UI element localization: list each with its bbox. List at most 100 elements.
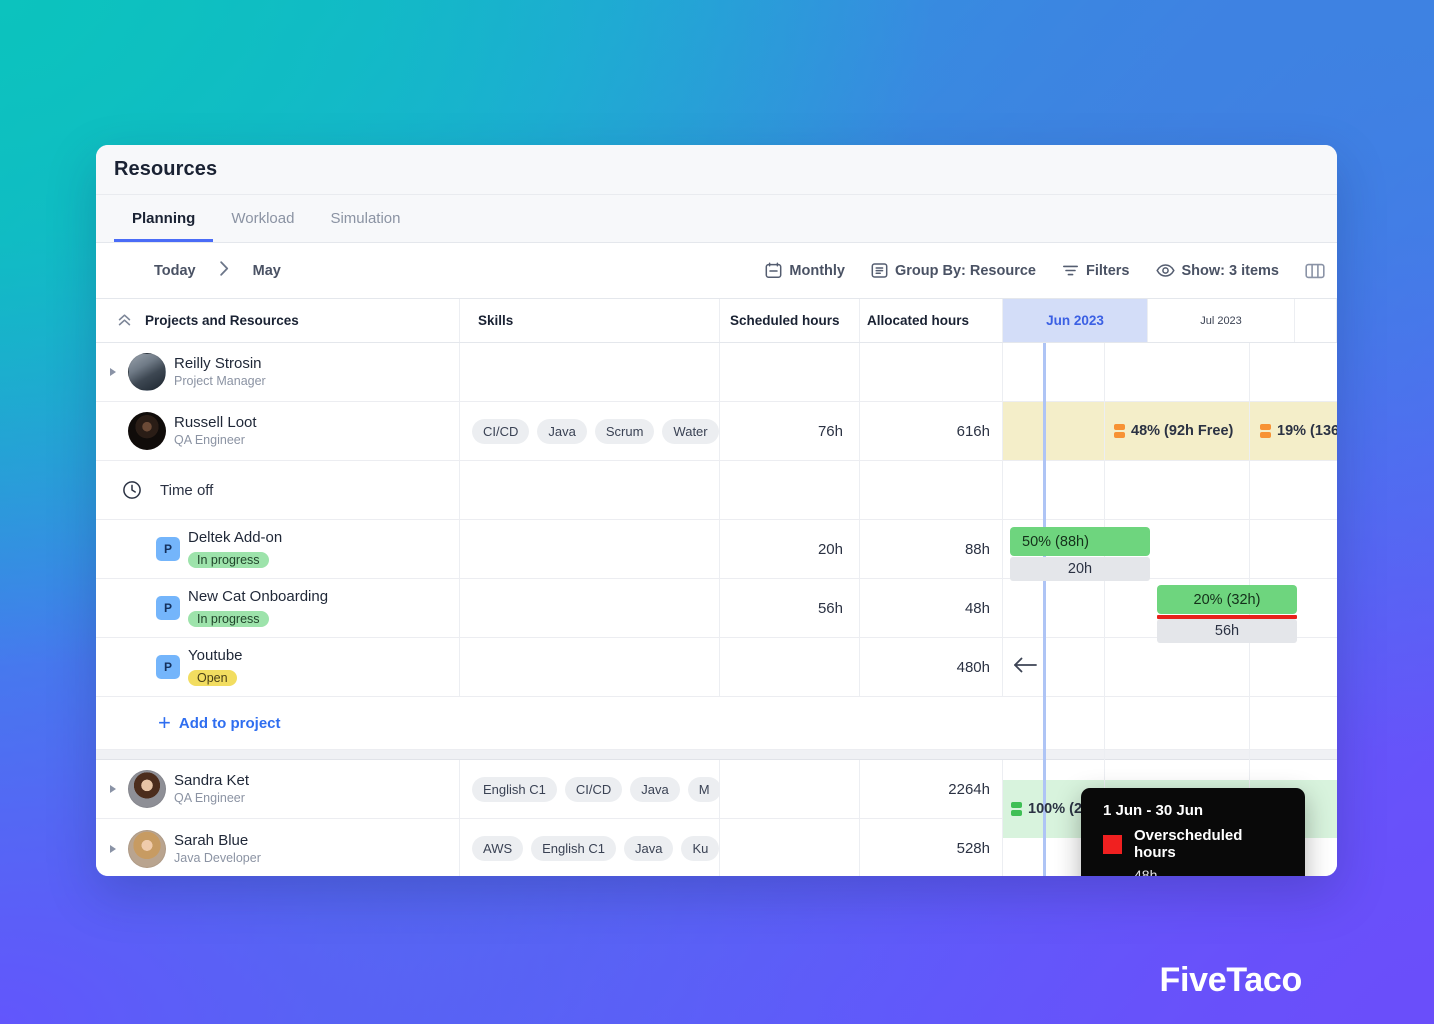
resource-role: Java Developer bbox=[174, 850, 261, 865]
today-button[interactable]: Today bbox=[154, 263, 196, 279]
skill-chip[interactable]: Ku bbox=[681, 836, 719, 861]
skill-chip[interactable]: CI/CD bbox=[472, 418, 530, 444]
skill-chip[interactable]: Scrum bbox=[594, 418, 655, 444]
project-name: New Cat Onboarding bbox=[188, 588, 329, 606]
overscheduled-tooltip: 1 Jun - 30 Jun Overscheduled hours 48h bbox=[1081, 788, 1305, 876]
tab-planning-label: Planning bbox=[132, 210, 196, 227]
tab-planning[interactable]: Planning bbox=[114, 195, 214, 242]
skill-chip[interactable]: Java bbox=[630, 776, 680, 802]
expand-row-icon[interactable] bbox=[106, 785, 120, 793]
table-row[interactable]: P Youtube Open 480h bbox=[96, 638, 1337, 697]
group-by-label: Group By: Resource bbox=[894, 262, 1036, 279]
tooltip-date-range: 1 Jun - 30 Jun bbox=[1103, 802, 1204, 819]
avatar bbox=[128, 353, 166, 391]
col-month-jul-2023[interactable]: Jul 2023 bbox=[1148, 299, 1295, 342]
col-skills[interactable]: Skills bbox=[460, 299, 720, 342]
row-timeline-cell bbox=[1003, 461, 1337, 519]
table-row[interactable]: Reilly Strosin Project Manager bbox=[96, 343, 1337, 402]
tab-workload[interactable]: Workload bbox=[213, 195, 312, 242]
filters-button[interactable]: Filters bbox=[1062, 263, 1130, 279]
col-projects-resources-label: Projects and Resources bbox=[145, 313, 299, 328]
next-period-icon[interactable] bbox=[218, 260, 231, 281]
page-title: Resources bbox=[114, 158, 218, 180]
row-name-cell: Sandra Ket QA Engineer bbox=[96, 760, 460, 818]
row-name-cell: Reilly Strosin Project Manager bbox=[96, 343, 460, 401]
tab-simulation-label: Simulation bbox=[330, 210, 401, 227]
expand-row-icon[interactable] bbox=[106, 844, 120, 853]
row-allocated-cell bbox=[860, 461, 1003, 519]
col-allocated-hours[interactable]: Allocated hours bbox=[860, 299, 1003, 342]
row-timeline-cell bbox=[1003, 343, 1337, 401]
tab-simulation[interactable]: Simulation bbox=[312, 195, 418, 242]
project-name: Youtube bbox=[188, 647, 243, 665]
row-skills-cell: AWS English C1 Java Ku bbox=[460, 819, 720, 876]
tooltip-value: 48h bbox=[1134, 867, 1158, 876]
spacer-cell bbox=[860, 697, 1003, 749]
calendar-icon bbox=[765, 262, 782, 279]
row-scheduled-cell: 76h bbox=[720, 402, 860, 460]
row-scheduled-cell bbox=[720, 819, 860, 876]
add-to-project-button[interactable]: + Add to project bbox=[96, 712, 281, 734]
brand-logo: FiveTaco bbox=[1159, 961, 1303, 999]
skill-chip[interactable]: M bbox=[687, 776, 719, 802]
col-projects-resources[interactable]: Projects and Resources bbox=[96, 299, 460, 342]
period-label-button[interactable]: May bbox=[253, 263, 281, 279]
app-window: Resources Planning Workload Simulation T… bbox=[96, 145, 1337, 876]
toolbar: Today May Monthly Group By: Resource Fil… bbox=[96, 243, 1337, 299]
row-skills-cell: English C1 CI/CD Java M bbox=[460, 760, 720, 818]
row-name-cell: P Youtube Open bbox=[96, 638, 460, 696]
columns-icon bbox=[1305, 262, 1325, 280]
monthly-label: Monthly bbox=[789, 262, 845, 279]
project-icon: P bbox=[156, 655, 180, 679]
row-skills-cell bbox=[460, 343, 720, 401]
col-scheduled-label: Scheduled hours bbox=[730, 313, 840, 328]
col-month-next[interactable] bbox=[1295, 299, 1337, 342]
add-to-project-row[interactable]: + Add to project bbox=[96, 697, 1337, 750]
row-scheduled-cell bbox=[720, 343, 860, 401]
row-skills-cell bbox=[460, 520, 720, 578]
grid-column-headers: Projects and Resources Skills Scheduled … bbox=[96, 299, 1337, 343]
expand-row-icon[interactable] bbox=[106, 427, 120, 435]
tab-bar: Planning Workload Simulation bbox=[96, 195, 1337, 243]
skill-chip[interactable]: English C1 bbox=[472, 776, 557, 802]
row-timeline-cell bbox=[1003, 579, 1337, 637]
expand-row-icon[interactable] bbox=[106, 368, 120, 376]
project-icon: P bbox=[156, 537, 180, 561]
skill-chip[interactable]: Java bbox=[537, 418, 587, 444]
monthly-button[interactable]: Monthly bbox=[765, 262, 845, 279]
project-icon: P bbox=[156, 596, 180, 620]
table-row[interactable]: P Deltek Add-on In progress 20h 88h bbox=[96, 520, 1337, 579]
filters-label: Filters bbox=[1085, 262, 1130, 279]
row-name-cell: Time off bbox=[96, 461, 460, 519]
table-row[interactable]: Russell Loot QA Engineer CI/CD Java Scru… bbox=[96, 402, 1337, 461]
show-items-label: Show: 3 items bbox=[1181, 262, 1280, 279]
col-scheduled-hours[interactable]: Scheduled hours bbox=[720, 299, 860, 342]
skill-chip[interactable]: Water bbox=[662, 418, 719, 444]
row-allocated-cell: 48h bbox=[860, 579, 1003, 637]
table-row[interactable]: Time off bbox=[96, 461, 1337, 520]
collapse-all-icon[interactable] bbox=[118, 313, 131, 328]
resource-grid: Projects and Resources Skills Scheduled … bbox=[96, 299, 1337, 876]
skill-chip[interactable]: Java bbox=[624, 836, 674, 861]
filter-icon bbox=[1062, 263, 1079, 278]
scroll-left-arrow-icon[interactable] bbox=[1012, 655, 1038, 680]
row-allocated-cell: 616h bbox=[860, 402, 1003, 460]
period-label: May bbox=[252, 262, 281, 279]
today-label: Today bbox=[154, 262, 196, 279]
columns-settings-button[interactable] bbox=[1305, 262, 1331, 280]
eye-icon bbox=[1155, 263, 1175, 278]
row-skills-cell bbox=[460, 579, 720, 637]
skill-chip[interactable]: CI/CD bbox=[564, 776, 623, 802]
row-scheduled-cell bbox=[720, 638, 860, 696]
show-items-button[interactable]: Show: 3 items bbox=[1155, 262, 1280, 279]
skill-chip[interactable]: English C1 bbox=[531, 836, 617, 861]
clock-icon bbox=[122, 480, 142, 500]
resource-role: QA Engineer bbox=[174, 433, 245, 448]
col-month-jun-2023[interactable]: Jun 2023 bbox=[1003, 299, 1148, 342]
resource-role: QA Engineer bbox=[174, 791, 245, 806]
skill-chip[interactable]: AWS bbox=[472, 836, 524, 861]
spacer-cell bbox=[720, 697, 860, 749]
table-row[interactable]: P New Cat Onboarding In progress 56h 48h bbox=[96, 579, 1337, 638]
tooltip-color-swatch bbox=[1103, 834, 1122, 854]
group-by-button[interactable]: Group By: Resource bbox=[871, 262, 1036, 279]
